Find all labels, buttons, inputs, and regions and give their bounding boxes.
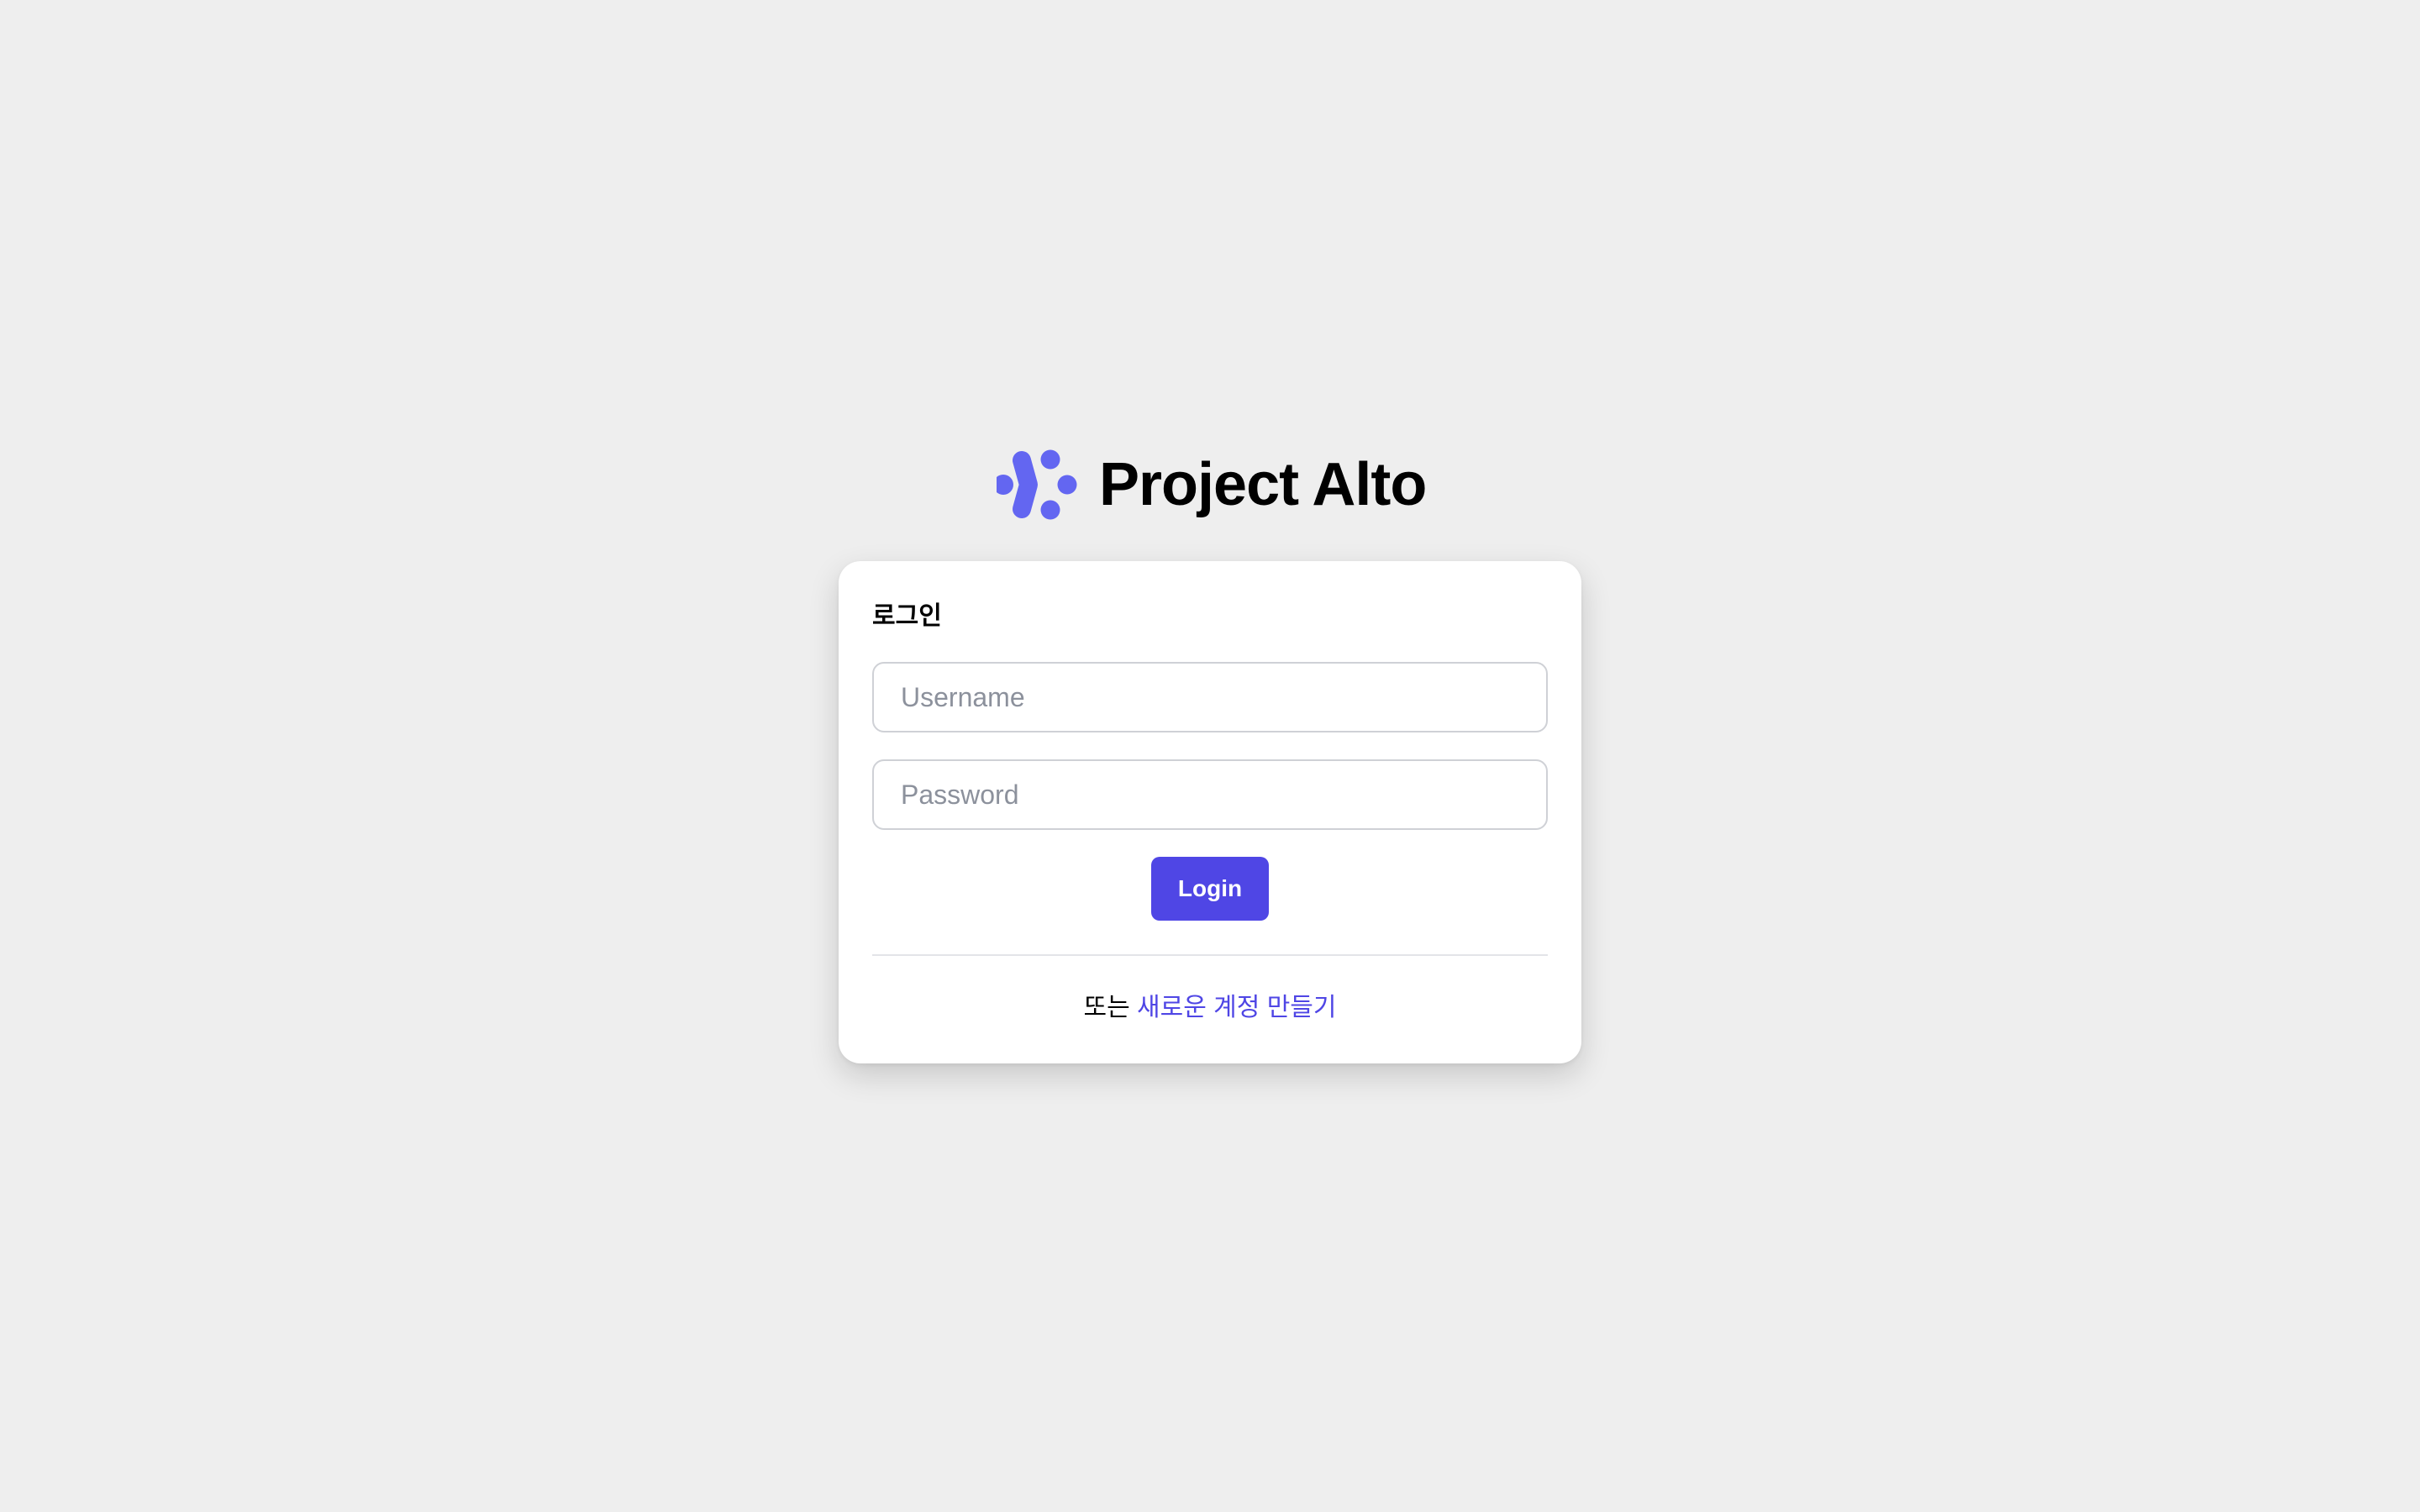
divider <box>872 954 1548 956</box>
login-card: 로그인 Login 또는 새로운 계정 만들기 <box>839 561 1581 1063</box>
brand-header: Project Alto <box>997 447 1427 522</box>
project-alto-logo-icon <box>997 449 1077 520</box>
login-title: 로그인 <box>872 602 942 630</box>
signup-prompt: 또는 새로운 계정 만들기 <box>872 990 1548 1026</box>
username-input[interactable] <box>872 662 1548 732</box>
create-account-link[interactable]: 새로운 계정 만들기 <box>1137 994 1336 1021</box>
brand-name: Project Alto <box>1099 451 1427 518</box>
signup-prefix-text: 또는 <box>1083 994 1138 1021</box>
password-input[interactable] <box>872 759 1548 830</box>
login-button[interactable]: Login <box>1151 857 1269 921</box>
